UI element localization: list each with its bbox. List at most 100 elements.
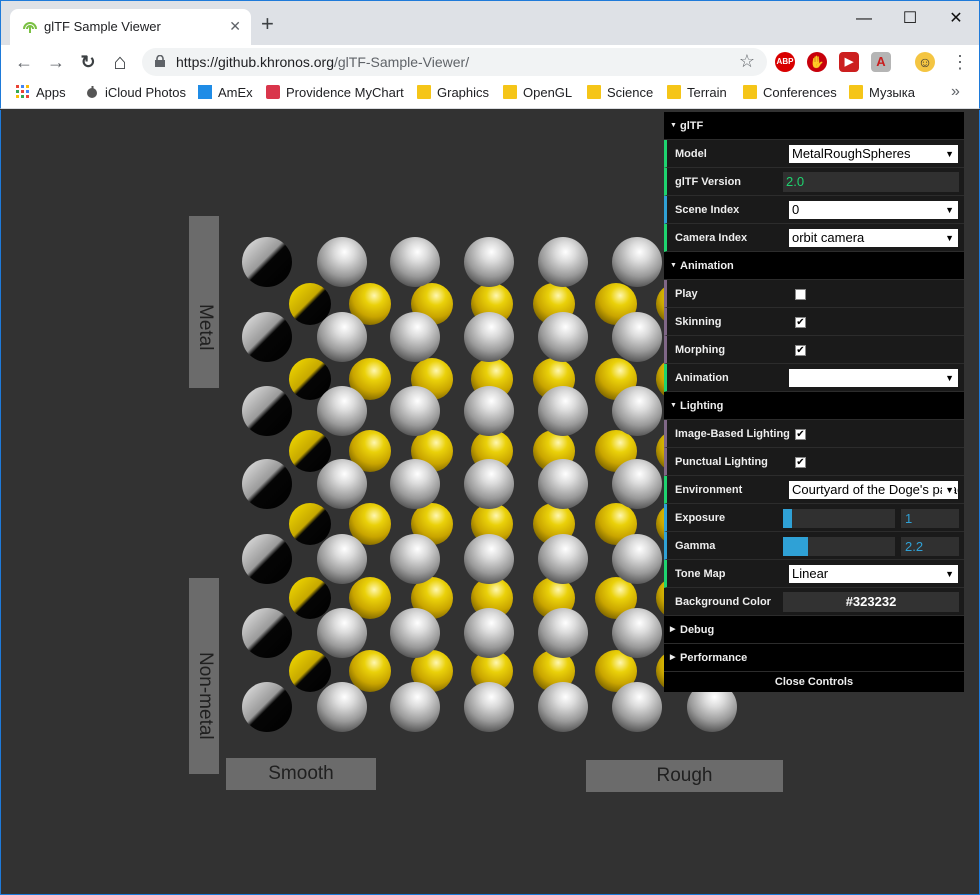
folder-open-icon: ▼ xyxy=(670,122,677,129)
folder-title: glTF xyxy=(680,120,704,132)
ublock-icon[interactable]: ✋ xyxy=(807,52,827,72)
exposure-input[interactable]: 1 xyxy=(901,509,959,528)
bookmark-graphics[interactable]: Graphics xyxy=(417,85,489,103)
skinning-row: Skinning ✔ xyxy=(664,308,964,336)
camera-index-label: Camera Index xyxy=(675,232,748,244)
bookmark-terrain[interactable]: Terrain xyxy=(667,85,727,103)
morphing-checkbox[interactable]: ✔ xyxy=(795,345,806,356)
address-bar[interactable]: https://github.khronos.org/glTF-Sample-V… xyxy=(142,48,767,76)
folder-gltf[interactable]: ▼ glTF xyxy=(664,112,964,140)
ibl-checkbox[interactable]: ✔ xyxy=(795,429,806,440)
bookmark-muzyka[interactable]: Музыка xyxy=(849,85,915,103)
silver-sphere xyxy=(390,534,440,584)
camera-index-row: Camera Index orbit camera ▼ xyxy=(664,224,964,252)
model-select[interactable]: MetalRoughSpheres ▼ xyxy=(789,145,958,163)
version-field[interactable]: 2.0 xyxy=(783,172,959,192)
bgcolor-label: Background Color xyxy=(675,596,771,608)
silver-sphere xyxy=(242,312,292,362)
bookmark-science[interactable]: Science xyxy=(587,85,653,103)
gamma-slider[interactable] xyxy=(783,537,895,556)
bookmark-label: iCloud Photos xyxy=(105,85,186,100)
silver-sphere xyxy=(464,312,514,362)
silver-sphere xyxy=(317,312,367,362)
tab-close-icon[interactable]: ✕ xyxy=(229,18,241,34)
bookmark-star-icon[interactable]: ☆ xyxy=(739,51,755,72)
version-label: glTF Version xyxy=(675,176,742,188)
scene-index-select[interactable]: 0 ▼ xyxy=(789,201,958,219)
silver-sphere xyxy=(390,682,440,732)
back-button[interactable]: ← xyxy=(11,49,37,75)
bookmarks-overflow-icon[interactable]: » xyxy=(951,83,960,101)
folder-icon xyxy=(503,85,517,99)
video-extension-icon[interactable]: ▶ xyxy=(839,52,859,72)
gold-sphere xyxy=(289,577,331,619)
silver-sphere xyxy=(612,608,662,658)
exposure-slider[interactable] xyxy=(783,509,895,528)
url-text[interactable]: https://github.khronos.org/glTF-Sample-V… xyxy=(176,54,469,70)
camera-index-select[interactable]: orbit camera ▼ xyxy=(789,229,958,247)
folder-performance[interactable]: ▶ Performance xyxy=(664,644,964,672)
model-label: Model xyxy=(675,148,707,160)
model-row: Model MetalRoughSpheres ▼ xyxy=(664,140,964,168)
slider-fill xyxy=(783,509,792,528)
url-path: /glTF-Sample-Viewer/ xyxy=(334,54,470,70)
close-controls-button[interactable]: Close Controls xyxy=(664,672,964,692)
version-row: glTF Version 2.0 xyxy=(664,168,964,196)
silver-sphere xyxy=(612,459,662,509)
gamma-input[interactable]: 2.2 xyxy=(901,537,959,556)
pdf-extension-icon[interactable]: A xyxy=(871,52,891,72)
apple-icon xyxy=(87,86,97,98)
minimize-button[interactable]: — xyxy=(841,5,887,33)
silver-sphere xyxy=(464,237,514,287)
scene-index-row: Scene Index 0 ▼ xyxy=(664,196,964,224)
dropdown-arrow-icon: ▼ xyxy=(945,149,954,159)
folder-animation[interactable]: ▼ Animation xyxy=(664,252,964,280)
silver-sphere xyxy=(242,459,292,509)
silver-sphere xyxy=(538,237,588,287)
environment-row: Environment Courtyard of the Doge's pala… xyxy=(664,476,964,504)
bookmark-providence-mychart[interactable]: Providence MyChart xyxy=(266,85,404,103)
animation-label: Animation xyxy=(675,372,729,384)
bookmark-amex[interactable]: AmEx xyxy=(198,85,253,103)
silver-sphere xyxy=(317,534,367,584)
bookmark-icloud-photos[interactable]: iCloud Photos xyxy=(85,85,186,103)
dropdown-arrow-icon: ▼ xyxy=(942,481,954,499)
exposure-row: Exposure 1 xyxy=(664,504,964,532)
morphing-row: Morphing ✔ xyxy=(664,336,964,364)
folder-title: Lighting xyxy=(680,400,724,412)
bookmark-conferences[interactable]: Conferences xyxy=(743,85,837,103)
profile-avatar-icon[interactable]: ☺ xyxy=(915,52,935,72)
title-bar: glTF Sample Viewer ✕ + — ☐ ✕ xyxy=(0,0,980,46)
bookmarks-bar: Apps iCloud Photos AmEx Providence MyCha… xyxy=(0,79,980,109)
bookmark-label: Музыка xyxy=(869,85,915,100)
environment-select[interactable]: Courtyard of the Doge's palace ▼ xyxy=(789,481,958,499)
label-smooth: Smooth xyxy=(226,758,376,790)
forward-button[interactable]: → xyxy=(43,49,69,75)
tonemap-select[interactable]: Linear ▼ xyxy=(789,565,958,583)
silver-sphere xyxy=(242,386,292,436)
reload-button[interactable]: ↻ xyxy=(75,49,101,75)
amex-icon xyxy=(198,85,212,99)
punctual-checkbox[interactable]: ✔ xyxy=(795,457,806,468)
label-rough: Rough xyxy=(586,760,783,792)
skinning-checkbox[interactable]: ✔ xyxy=(795,317,806,328)
silver-sphere xyxy=(390,312,440,362)
bookmark-opengl[interactable]: OpenGL xyxy=(503,85,572,103)
folder-debug[interactable]: ▶ Debug xyxy=(664,616,964,644)
controls-panel: ▼ glTF Model MetalRoughSpheres ▼ glTF Vers… xyxy=(664,112,964,692)
browser-menu-icon[interactable]: ⋮ xyxy=(951,49,969,75)
folder-lighting[interactable]: ▼ Lighting xyxy=(664,392,964,420)
adblock-plus-icon[interactable]: ABP xyxy=(775,52,795,72)
browser-toolbar: ← → ↻ ⌂ https://github.khronos.org/glTF-… xyxy=(0,45,980,79)
maximize-button[interactable]: ☐ xyxy=(887,5,933,33)
play-checkbox[interactable] xyxy=(795,289,806,300)
new-tab-button[interactable]: + xyxy=(261,13,274,35)
bgcolor-picker[interactable]: #323232 xyxy=(783,592,959,612)
close-window-button[interactable]: ✕ xyxy=(933,5,979,33)
bookmark-apps[interactable]: Apps xyxy=(16,85,66,103)
home-button[interactable]: ⌂ xyxy=(107,49,133,75)
animation-select[interactable]: ▼ xyxy=(789,369,958,387)
gold-sphere xyxy=(289,650,331,692)
folder-icon xyxy=(849,85,863,99)
browser-tab[interactable]: glTF Sample Viewer ✕ xyxy=(10,9,251,46)
